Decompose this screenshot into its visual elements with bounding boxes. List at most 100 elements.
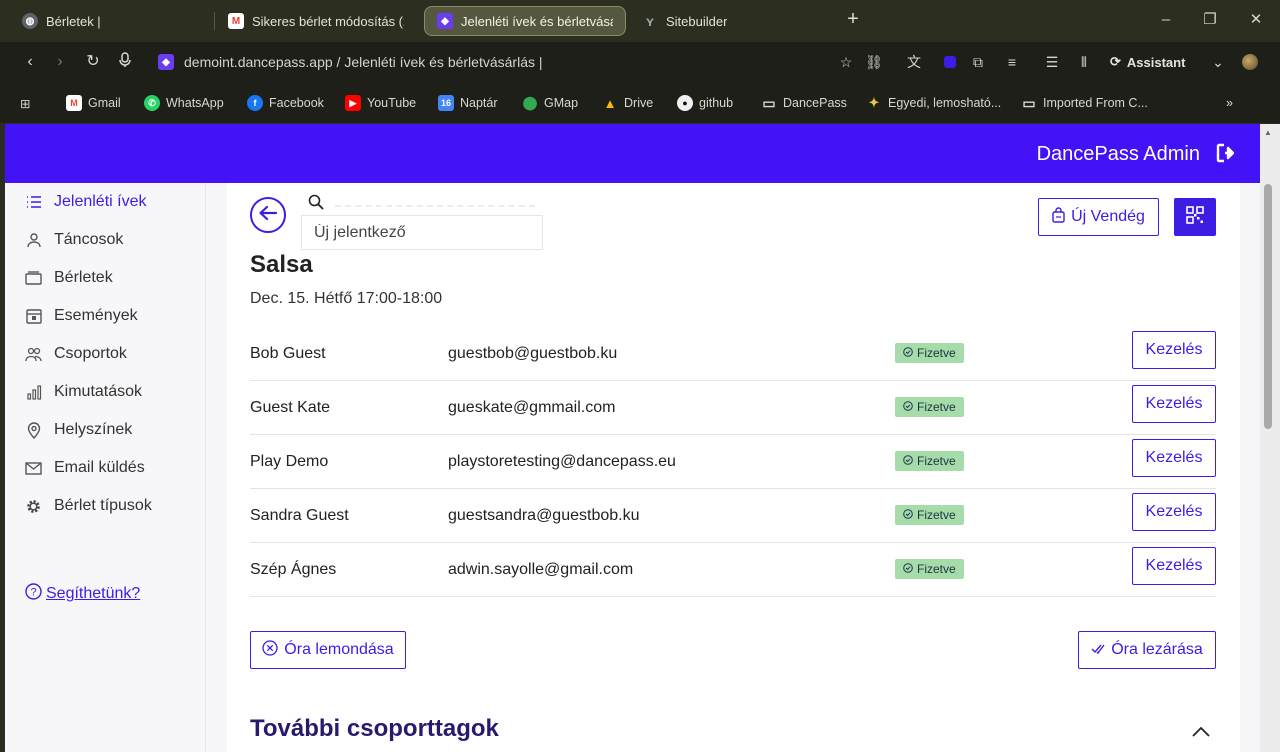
bookmark-naptar[interactable]: 16 Naptár <box>438 94 498 112</box>
scroll-up-icon[interactable]: ▲ <box>1264 128 1272 137</box>
youtube-icon: ▶ <box>345 95 361 111</box>
bookmark-youtube[interactable]: ▶ YouTube <box>345 94 416 112</box>
folder-icon: ▭ <box>1022 94 1036 111</box>
site-icon: ◆ <box>158 54 174 70</box>
bookmarks-bar: ⊞ M Gmail ✆ WhatsApp f Facebook ▶ YouTube 16… <box>0 82 1280 124</box>
qr-scan-button[interactable] <box>1174 198 1216 236</box>
bookmark-facebook[interactable]: f Facebook <box>247 94 324 112</box>
browser-tab-strip: ◍ Bérletek | M Sikeres bérlet módosítás … <box>0 0 1280 42</box>
check-circle-icon <box>903 454 913 468</box>
browser-tab[interactable]: ʏ Sitebuilder <box>630 6 830 36</box>
calendar-icon: 16 <box>438 95 454 111</box>
close-class-button[interactable]: Óra lezárása <box>1078 631 1216 669</box>
github-icon: ● <box>677 95 693 111</box>
scrollbar-thumb[interactable] <box>1264 184 1272 429</box>
search-icon[interactable] <box>301 187 331 217</box>
reload-icon[interactable]: ↻ <box>83 52 103 72</box>
sidebar-item-kimutatasok[interactable]: Kimutatások <box>25 380 142 404</box>
bookmark-egyedi[interactable]: ✦ Egyedi, lemosható... <box>866 94 1002 112</box>
extension-icon[interactable] <box>940 52 960 72</box>
dancepass-icon: ◆ <box>437 13 453 29</box>
sidebar-item-jelenleti-ivek[interactable]: Jelenléti ívek <box>25 190 147 214</box>
sidebar-item-helyszinek[interactable]: Helyszínek <box>25 418 132 442</box>
puzzle-icon[interactable]: ⧉ <box>968 52 988 72</box>
new-attendee-search <box>301 215 543 250</box>
gmail-icon: M <box>66 95 82 111</box>
check-circle-icon <box>903 508 913 522</box>
folder-icon: ▭ <box>762 94 776 111</box>
bookmark-folder-imported[interactable]: ▭ Imported From C... <box>1021 94 1148 112</box>
link-icon[interactable]: ⛓ <box>864 52 884 72</box>
help-link[interactable]: ? Segíthetünk? <box>25 583 140 605</box>
calendar-icon <box>25 308 42 325</box>
sidebar-item-esemenyek[interactable]: Események <box>25 304 138 328</box>
reading-list-icon[interactable]: ≡ <box>1002 52 1022 72</box>
translate-icon[interactable]: 文 <box>904 52 924 72</box>
bookmark-whatsapp[interactable]: ✆ WhatsApp <box>144 94 224 112</box>
cancel-class-button[interactable]: Óra lemondása <box>250 631 406 669</box>
chevron-down-icon[interactable]: ⌄ <box>1208 52 1228 72</box>
bookmark-folder-dancepass[interactable]: ▭ DancePass <box>761 94 847 112</box>
profile-avatar[interactable] <box>1240 52 1260 72</box>
browser-tab[interactable]: ◍ Bérletek | <box>10 6 210 36</box>
close-window-icon[interactable]: ✕ <box>1246 10 1266 30</box>
status-badge: Fizetve <box>895 451 964 471</box>
bookmarks-overflow-icon[interactable]: » <box>1226 94 1233 112</box>
list-icon <box>25 194 42 211</box>
menu-lines-icon[interactable]: ☰ <box>1042 52 1062 72</box>
sidebar-item-tancosok[interactable]: Táncosok <box>25 228 123 252</box>
sidebar-item-csoportok[interactable]: Csoportok <box>25 342 127 366</box>
manage-button[interactable]: Kezelés <box>1132 385 1216 423</box>
status-badge: Fizetve <box>895 505 964 525</box>
attendee-name: Sandra Guest <box>250 507 349 524</box>
manage-button[interactable]: Kezelés <box>1132 547 1216 585</box>
manage-button[interactable]: Kezelés <box>1132 493 1216 531</box>
star-icon[interactable]: ☆ <box>836 52 856 72</box>
sidebar-item-email-kuldes[interactable]: Email küldés <box>25 456 145 480</box>
browser-tab-active[interactable]: ◆ Jelenléti ívek és bérletvásárlás <box>424 6 626 36</box>
manage-button[interactable]: Kezelés <box>1132 439 1216 477</box>
brand-title: DancePass Admin <box>1036 143 1200 165</box>
svg-text:?: ? <box>30 587 36 599</box>
status-badge: Fizetve <box>895 559 964 579</box>
x-circle-icon <box>262 639 278 661</box>
group-icon <box>25 346 42 363</box>
new-tab-button[interactable]: + <box>842 8 864 32</box>
new-attendee-input[interactable] <box>302 216 542 249</box>
class-time: Dec. 15. Hétfő 17:00-18:00 <box>250 290 443 307</box>
manage-button[interactable]: Kezelés <box>1132 331 1216 369</box>
qr-code-icon <box>1186 205 1204 229</box>
check-circle-icon <box>903 562 913 576</box>
back-button[interactable] <box>250 197 286 233</box>
bookmark-github[interactable]: ● github <box>677 94 733 112</box>
mail-icon <box>25 460 42 477</box>
bookmark-drive[interactable]: ▲ Drive <box>602 94 654 112</box>
back-nav-icon[interactable]: ‹ <box>20 52 40 72</box>
attendee-row: Play Demo playstoretesting@dancepass.eu … <box>250 435 1216 489</box>
bookmark-gmail[interactable]: M Gmail <box>66 94 121 112</box>
logout-icon[interactable] <box>1214 141 1238 165</box>
attendee-row: Bob Guest guestbob@guestbob.ku Fizetve K… <box>250 327 1216 381</box>
chart-icon <box>25 384 42 401</box>
attendee-email: gueskate@gmmail.com <box>448 399 616 416</box>
restore-icon[interactable]: ❐ <box>1200 10 1220 30</box>
page-scrollbar[interactable]: ▲ <box>1260 124 1280 752</box>
bookmark-gmap[interactable]: ⬤ GMap <box>522 94 578 112</box>
chevron-up-icon[interactable] <box>1191 725 1211 739</box>
apps-grid-icon[interactable]: ⊞ <box>20 94 30 112</box>
attendee-email: guestsandra@guestbob.ku <box>448 507 640 524</box>
attendee-name: Szép Ágnes <box>250 561 337 578</box>
gmail-icon: M <box>228 13 244 29</box>
url-field[interactable]: ◆ demoint.dancepass.app / Jelenléti ívek… <box>158 52 543 72</box>
attendee-row: Guest Kate gueskate@gmmail.com Fizetve K… <box>250 381 1216 435</box>
forward-nav-icon[interactable]: › <box>50 52 70 72</box>
new-guest-button[interactable]: Új Vendég <box>1038 198 1159 236</box>
browser-tab[interactable]: M Sikeres bérlet módosítás (202 <box>216 6 416 36</box>
sidebar-item-berletek[interactable]: Bérletek <box>25 266 113 290</box>
microphone-icon[interactable] <box>115 52 135 72</box>
assistant-button[interactable]: ⟳ Assistant <box>1110 52 1185 72</box>
audio-wave-icon[interactable]: ⦀ <box>1074 52 1094 72</box>
sidebar-item-berlet-tipusok[interactable]: Bérlet típusok <box>25 494 152 518</box>
address-bar-row: ‹ › ↻ ◆ demoint.dancepass.app / Jelenlét… <box>0 42 1280 82</box>
minimize-icon[interactable]: – <box>1156 10 1176 30</box>
